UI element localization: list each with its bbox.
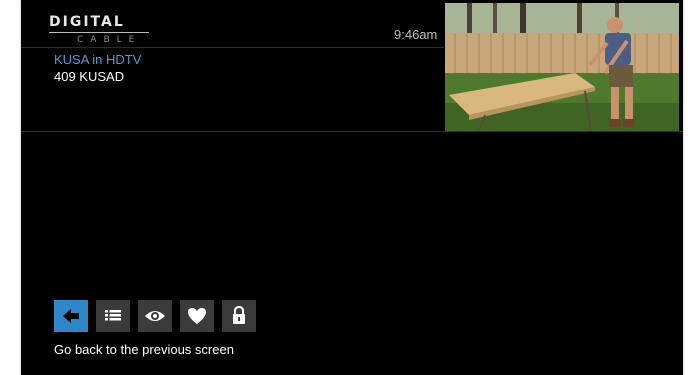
brand-name: DIGITAL	[49, 14, 125, 30]
lock-icon	[233, 305, 245, 324]
live-preview[interactable]	[445, 3, 679, 131]
screen-frame: DIGITAL CABLE 9:46am KUSA in HDTV 409 KU…	[0, 0, 692, 375]
channel-number: 409 KUSAD	[54, 69, 125, 84]
hint-text: Go back to the previous screen	[54, 342, 234, 357]
tv-screen: DIGITAL CABLE 9:46am KUSA in HDTV 409 KU…	[21, 0, 683, 375]
arrow-left-icon	[63, 309, 79, 323]
back-button[interactable]	[54, 300, 88, 332]
header-divider	[21, 47, 444, 48]
lock-button[interactable]	[222, 300, 256, 332]
list-icon	[105, 310, 121, 321]
clock: 9:46am	[394, 27, 438, 42]
brand-underline	[49, 32, 149, 33]
brand-subtitle: CABLE	[77, 35, 142, 45]
eye-icon	[145, 311, 165, 321]
brand-logo: DIGITAL CABLE	[49, 14, 159, 45]
content-divider	[21, 131, 683, 132]
watch-button[interactable]	[138, 300, 172, 332]
preview-image	[445, 3, 679, 131]
channel-name: KUSA in HDTV	[54, 52, 142, 67]
guide-list-button[interactable]	[96, 300, 130, 332]
favorite-button[interactable]	[180, 300, 214, 332]
heart-icon	[188, 308, 206, 324]
